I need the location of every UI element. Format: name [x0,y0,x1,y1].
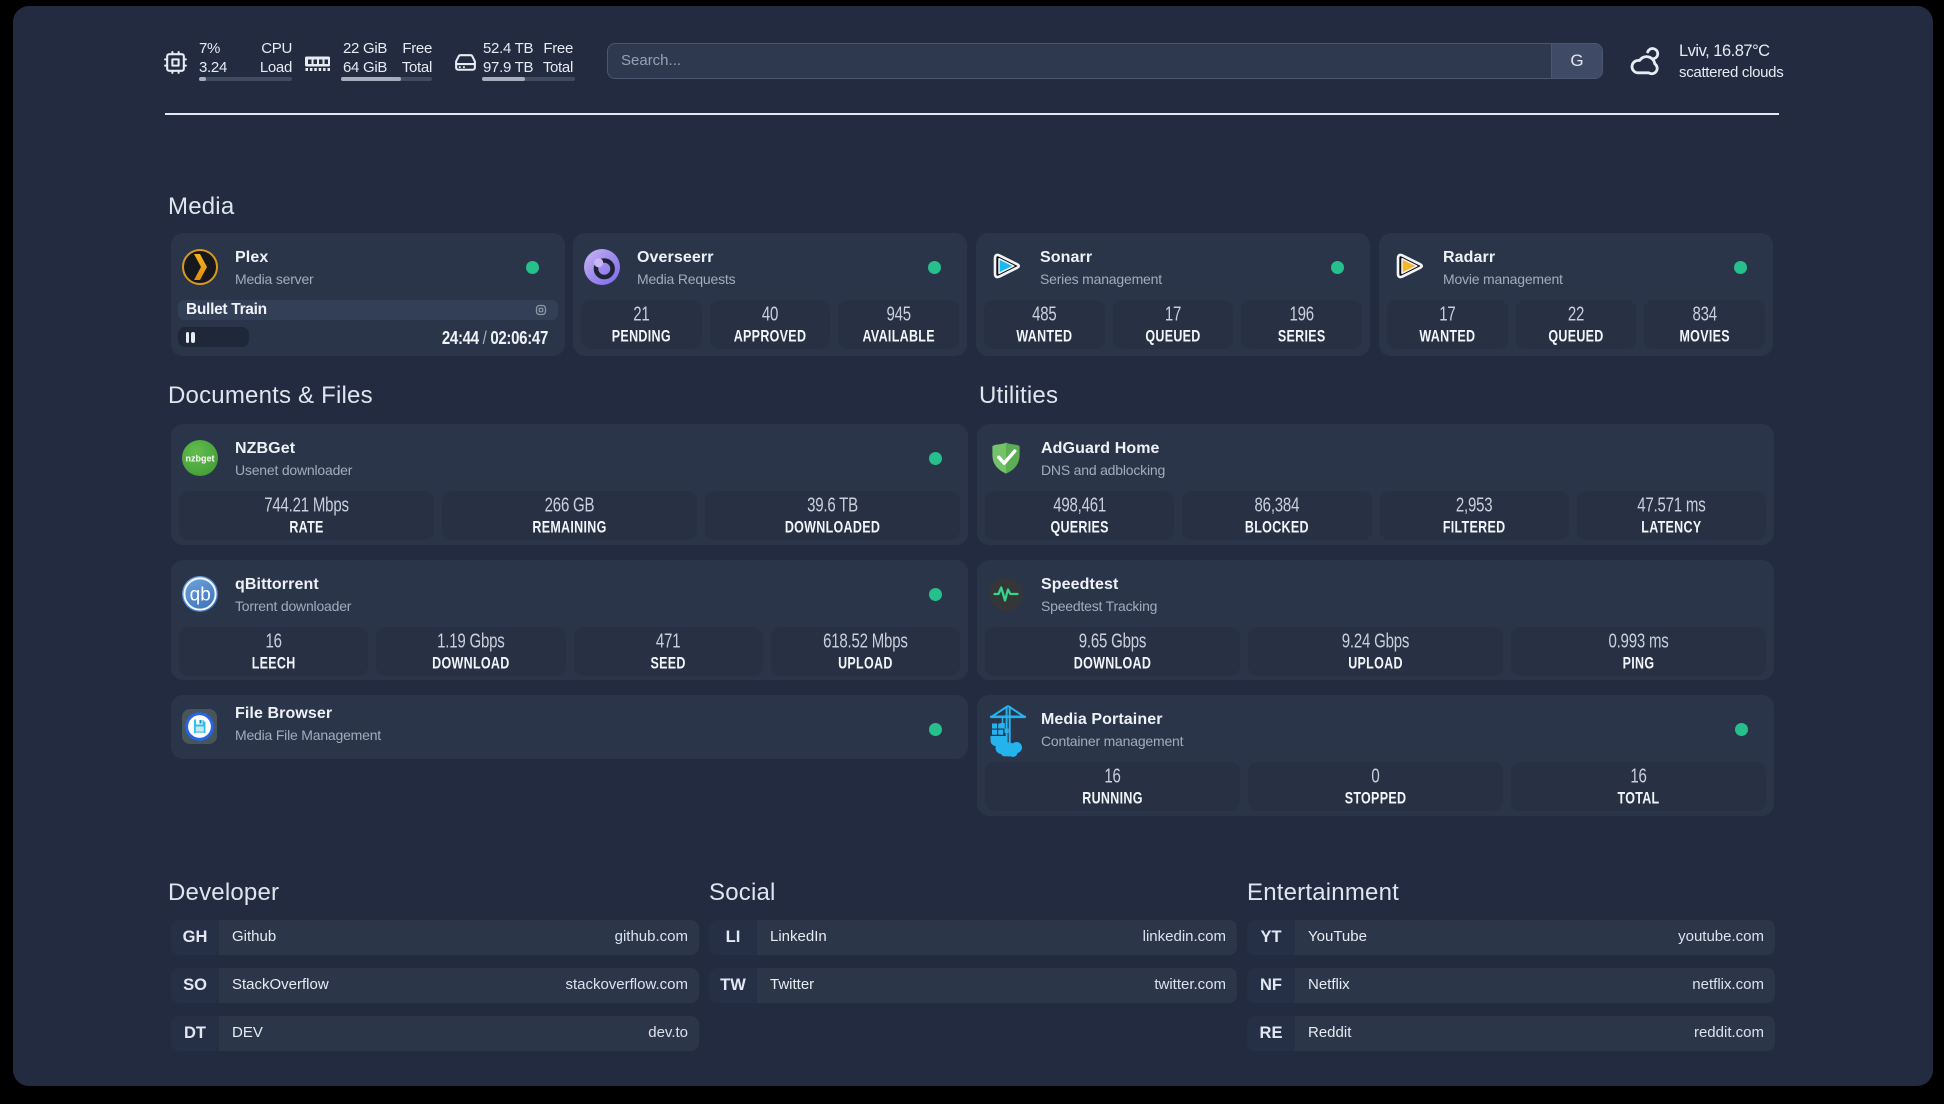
svg-text:nzbget: nzbget [186,454,215,464]
svg-text:qb: qb [190,585,211,606]
